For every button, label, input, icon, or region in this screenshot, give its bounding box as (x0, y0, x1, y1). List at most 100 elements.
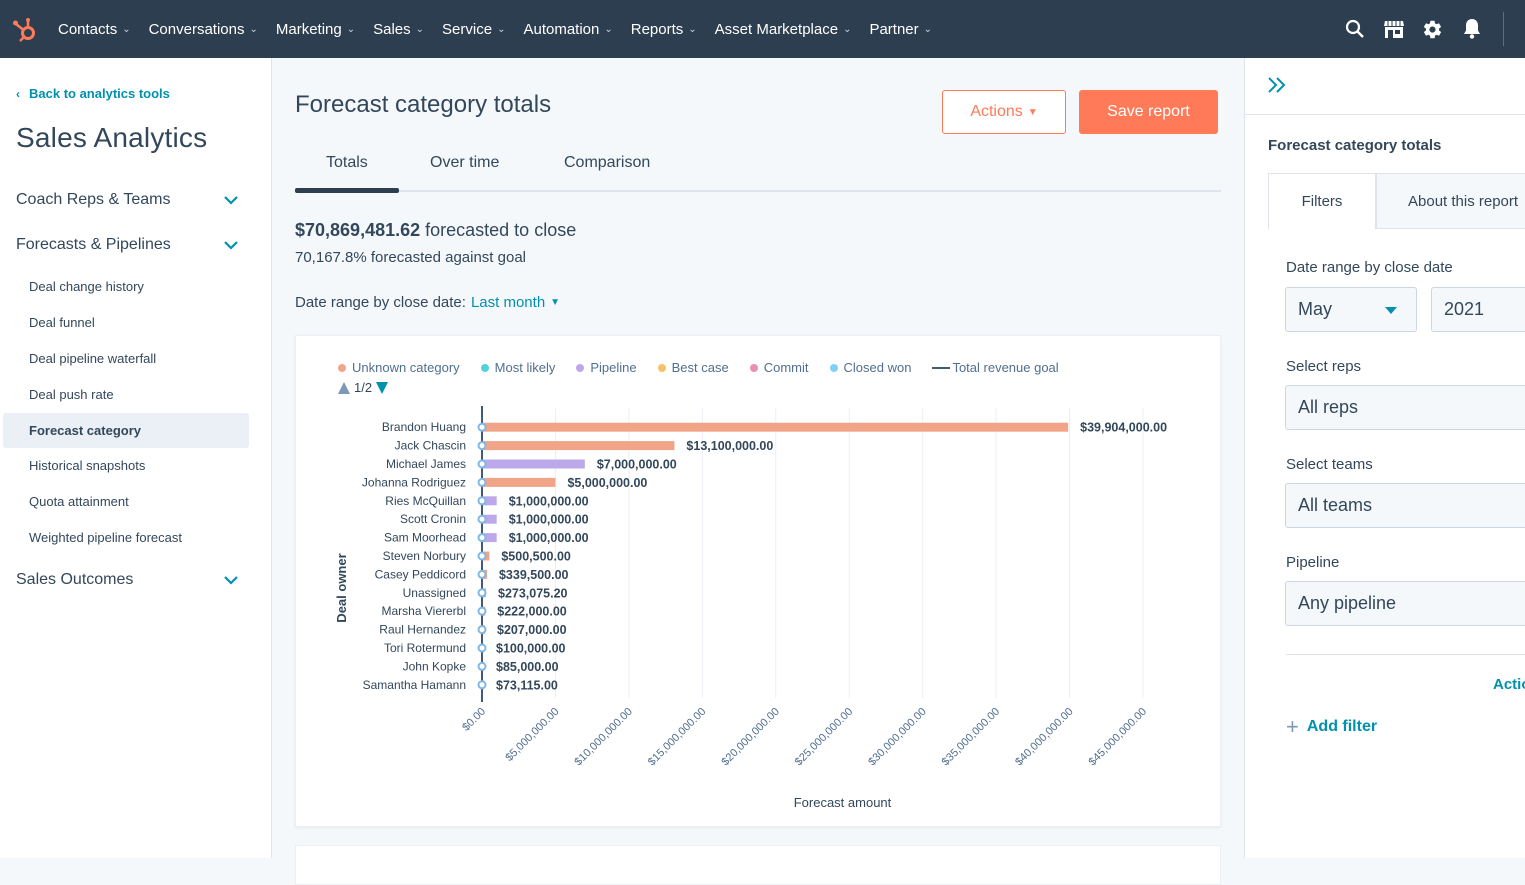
notifications-button[interactable] (1452, 0, 1491, 58)
tab-comparison[interactable]: Comparison (564, 154, 650, 172)
x-tick-label: $15,000,000.00 (646, 706, 709, 769)
tab-totals[interactable]: Totals (326, 154, 368, 172)
y-category-label: Johanna Rodriguez (362, 475, 466, 489)
nav-label: Automation (523, 20, 600, 38)
goal-point (477, 533, 487, 543)
legend-prev-page-icon[interactable] (338, 381, 350, 394)
marketplace-icon (1383, 21, 1404, 38)
y-category-label: Sam Moorhead (384, 531, 466, 545)
bar (482, 459, 585, 469)
sidebar-item-quota-attainment[interactable]: Quota attainment (3, 484, 249, 519)
forecast-summary: $70,869,481.62 forecasted to close (295, 220, 576, 241)
save-report-button[interactable]: Save report (1079, 90, 1218, 134)
sidebar-section-sales-outcomes[interactable]: Sales Outcomes (16, 571, 238, 589)
forecast-vs-goal: 70,167.8% forecasted against goal (295, 249, 526, 266)
sidebar-item-deal-funnel[interactable]: Deal funnel (3, 305, 249, 340)
chevron-down-icon: ⌄ (688, 23, 697, 35)
bar-value-label: $1,000,000.00 (509, 531, 589, 545)
nav-reports[interactable]: Reports ⌄ (631, 21, 697, 38)
y-category-label: Jack Chascin (395, 439, 466, 453)
month-select[interactable]: May (1285, 287, 1417, 332)
chevron-down-icon: ⌄ (497, 23, 506, 35)
bar-value-label: $7,000,000.00 (597, 458, 677, 472)
date-range-dropdown[interactable]: Last month ▼ (471, 294, 560, 311)
legend-item[interactable]: Total revenue goal (932, 360, 1059, 375)
nav-asset-marketplace[interactable]: Asset Marketplace ⌄ (715, 21, 852, 38)
actions-button[interactable]: Actions ▼ (942, 90, 1066, 134)
year-select[interactable]: 2021 (1431, 287, 1525, 332)
nav-contacts[interactable]: Contacts ⌄ (58, 21, 131, 38)
legend-swatch (480, 363, 489, 372)
date-range-filter-label: Date range by close date (1286, 259, 1453, 276)
double-chevron-right-icon[interactable] (1267, 76, 1287, 94)
bar-value-label: $500,500.00 (501, 550, 571, 564)
x-tick-label: $30,000,000.00 (866, 706, 929, 769)
sidebar-section-coach-reps-teams[interactable]: Coach Reps & Teams (16, 191, 238, 209)
legend-label: Pipeline (590, 360, 637, 375)
legend-item[interactable]: Best case (657, 360, 729, 375)
tab-about-this-report[interactable]: About this report (1376, 173, 1525, 229)
legend-swatch (749, 363, 758, 372)
goal-point (477, 441, 487, 451)
legend-next-page-icon[interactable] (376, 381, 389, 394)
nav-automation[interactable]: Automation ⌄ (523, 21, 612, 38)
sidebar-item-weighted-pipeline-forecast[interactable]: Weighted pipeline forecast (3, 520, 249, 555)
chevron-down-icon: ⌄ (346, 23, 356, 35)
marketplace-button[interactable] (1374, 0, 1413, 58)
nav-conversations[interactable]: Conversations ⌄ (149, 21, 258, 38)
teams-select[interactable]: All teams (1285, 483, 1525, 528)
settings-gear-icon (1423, 20, 1442, 38)
sidebar-item-historical-snapshots[interactable]: Historical snapshots (3, 448, 249, 483)
bar (482, 422, 1069, 432)
sidebar-item-deal-change-history[interactable]: Deal change history (3, 269, 249, 304)
add-filter-label: Add filter (1306, 718, 1378, 735)
bar-value-label: $73,115.00 (496, 678, 558, 692)
chevron-down-icon (224, 195, 238, 205)
tab-over-time[interactable]: Over time (430, 154, 499, 172)
report-tabs: Totals Over time Comparison (295, 146, 1221, 193)
goal-point (477, 514, 487, 524)
hubspot-logo[interactable] (0, 0, 50, 58)
y-axis-title: Deal owner (334, 553, 349, 622)
sidebar-item-forecast-category[interactable]: Forecast category (3, 413, 249, 448)
legend-swatch (657, 363, 666, 372)
legend-item[interactable]: Closed won (829, 360, 911, 375)
legend-item[interactable]: Commit (749, 360, 809, 375)
legend-item[interactable]: Pipeline (576, 360, 637, 375)
settings-button[interactable] (1413, 0, 1452, 58)
legend-item[interactable]: Unknown category (338, 360, 460, 375)
goal-point (477, 551, 487, 561)
y-category-label: Brandon Huang (382, 420, 466, 434)
bar-value-label: $1,000,000.00 (509, 494, 589, 508)
section-label: Coach Reps & Teams (16, 191, 171, 208)
nav-label: Marketing (275, 20, 342, 38)
tab-filters[interactable]: Filters (1268, 173, 1376, 229)
nav-partner[interactable]: Partner ⌄ (869, 21, 932, 38)
chevron-down-icon: ⌄ (843, 23, 852, 35)
legend-item[interactable]: Most likely (480, 360, 555, 375)
nav-sales[interactable]: Sales ⌄ (373, 21, 424, 38)
panel-actions-link[interactable]: Actions (1493, 676, 1525, 693)
sidebar-section-forecasts-pipelines[interactable]: Forecasts & Pipelines (16, 236, 238, 254)
caret-down-icon: ▼ (550, 297, 561, 308)
goal-point (477, 496, 487, 506)
page-title: Forecast category totals (295, 91, 552, 118)
chevron-down-icon: ⌄ (415, 23, 425, 35)
chevron-down-icon (224, 575, 238, 585)
bar-value-label: $207,000.00 (497, 623, 567, 637)
date-range-value: Last month (470, 294, 546, 311)
legend-line-swatch (932, 366, 951, 369)
pipeline-value: Any pipeline (1298, 593, 1397, 613)
reps-select[interactable]: All reps (1285, 385, 1525, 430)
bar (482, 441, 675, 451)
back-to-analytics-link[interactable]: ‹ Back to analytics tools (16, 86, 170, 101)
sidebar-item-deal-pipeline-waterfall[interactable]: Deal pipeline waterfall (3, 341, 249, 376)
nav-marketing[interactable]: Marketing ⌄ (276, 21, 355, 38)
legend-pager: 1/2 (338, 380, 389, 395)
nav-service[interactable]: Service ⌄ (442, 21, 505, 38)
pipeline-select[interactable]: Any pipeline (1285, 581, 1525, 626)
search-button[interactable] (1335, 0, 1374, 58)
actions-label: Actions (970, 103, 1023, 120)
sidebar-item-deal-push-rate[interactable]: Deal push rate (3, 377, 249, 412)
add-filter-button[interactable]: + Add filter (1286, 716, 1377, 738)
